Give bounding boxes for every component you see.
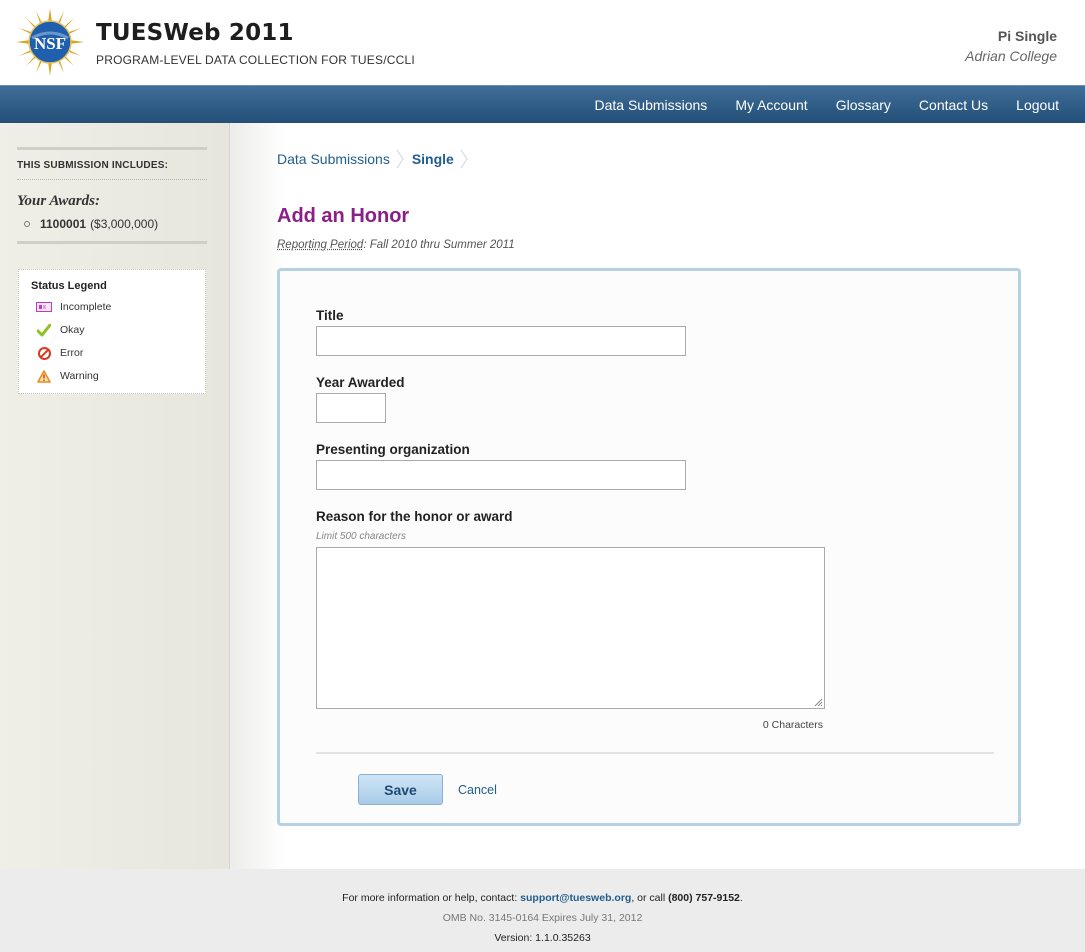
site-title: TUESWeb 2011 <box>96 20 294 46</box>
reason-textarea[interactable] <box>316 547 825 709</box>
legend-item-error: Error <box>36 346 83 360</box>
nav-my-account[interactable]: My Account <box>735 97 807 113</box>
award-id: 1100001 <box>40 217 87 231</box>
check-icon <box>36 323 52 337</box>
submission-heading: THIS SUBMISSION INCLUDES: <box>17 160 169 171</box>
award-item: 1100001 ($3,000,000) <box>24 217 158 231</box>
sidebar-divider <box>17 147 207 150</box>
user-organization: Adrian College <box>965 48 1057 64</box>
nav-glossary[interactable]: Glossary <box>836 97 891 113</box>
breadcrumb: Data Submissions Single <box>277 149 476 169</box>
footer-omb: OMB No. 3145-0164 Expires July 31, 2012 <box>442 912 643 924</box>
footer-help-mid: , or call <box>631 892 669 904</box>
nav-data-submissions[interactable]: Data Submissions <box>594 97 707 113</box>
nsf-logo[interactable]: NSF <box>16 8 84 76</box>
legend-item-okay: Okay <box>36 323 85 337</box>
reporting-period-label: Reporting Period <box>277 239 364 251</box>
title-label: Title <box>316 308 344 323</box>
footer-help-prefix: For more information or help, contact: <box>342 892 521 904</box>
nav-contact-us[interactable]: Contact Us <box>919 97 988 113</box>
reporting-period-value: : Fall 2010 thru Summer 2011 <box>363 239 515 251</box>
legend-label: Incomplete <box>60 301 112 313</box>
title-input[interactable] <box>316 326 686 356</box>
incomplete-icon <box>36 300 52 314</box>
awards-title: Your Awards: <box>17 193 100 209</box>
user-name: Pi Single <box>997 28 1057 44</box>
breadcrumb-separator-icon <box>460 149 468 169</box>
sidebar-divider <box>17 241 207 244</box>
status-legend: Status Legend Incomplete Okay Error Warn… <box>18 269 206 394</box>
character-count: 0 Characters <box>762 719 823 731</box>
warning-icon <box>36 369 52 383</box>
legend-label: Okay <box>60 324 85 336</box>
error-icon <box>36 346 52 360</box>
support-email-link[interactable]: support@tuesweb.org <box>520 892 631 904</box>
reporting-period: Reporting Period: Fall 2010 thru Summer … <box>277 239 515 251</box>
site-subtitle: PROGRAM-LEVEL DATA COLLECTION FOR TUES/C… <box>96 53 415 67</box>
svg-text:NSF: NSF <box>34 34 66 53</box>
sidebar <box>0 123 230 869</box>
legend-item-incomplete: Incomplete <box>36 300 111 314</box>
save-button[interactable]: Save <box>358 774 443 805</box>
legend-item-warning: Warning <box>36 369 99 383</box>
footer-help-suffix: . <box>739 892 743 904</box>
footer-version: Version: 1.1.0.35263 <box>494 932 591 944</box>
support-phone: (800) 757-9152 <box>668 892 740 904</box>
site-header: NSF TUESWeb 2011 PROGRAM-LEVEL DATA COLL… <box>0 0 1085 85</box>
nav-logout[interactable]: Logout <box>1016 97 1059 113</box>
sidebar-dotted-divider <box>17 179 207 180</box>
presenting-organization-input[interactable] <box>316 460 686 490</box>
breadcrumb-data-submissions[interactable]: Data Submissions <box>277 151 390 167</box>
breadcrumb-separator-icon <box>396 149 404 169</box>
resize-grip-icon[interactable] <box>814 698 823 707</box>
breadcrumb-current: Single <box>411 151 454 167</box>
bullet-icon <box>24 221 30 227</box>
presenting-organization-label: Presenting organization <box>316 442 470 457</box>
legend-label: Warning <box>60 370 99 382</box>
footer-help: For more information or help, contact: s… <box>0 892 1085 904</box>
legend-label: Error <box>60 347 84 359</box>
year-awarded-input[interactable] <box>316 393 386 423</box>
reason-hint: Limit 500 characters <box>316 531 407 542</box>
form-divider <box>316 752 994 754</box>
legend-title: Status Legend <box>31 280 107 292</box>
main-nav: Data Submissions My Account Glossary Con… <box>0 85 1085 123</box>
year-awarded-label: Year Awarded <box>316 375 405 390</box>
reason-label: Reason for the honor or award <box>316 509 513 524</box>
cancel-link[interactable]: Cancel <box>458 783 497 797</box>
site-footer: For more information or help, contact: s… <box>0 869 1085 952</box>
page-title: Add an Honor <box>277 205 410 227</box>
award-amount: ($3,000,000) <box>90 217 159 231</box>
